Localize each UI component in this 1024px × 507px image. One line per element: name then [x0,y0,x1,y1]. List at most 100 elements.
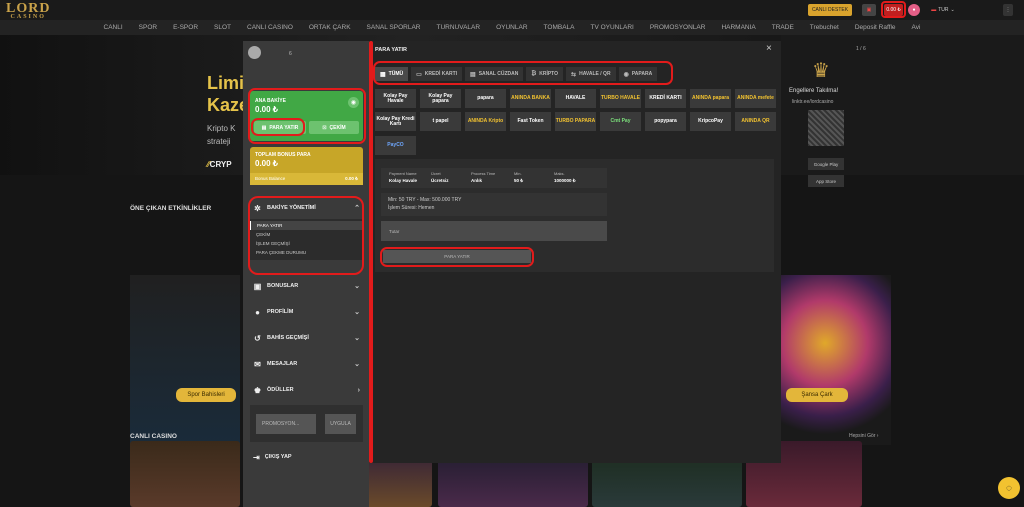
user-avatar-icon[interactable]: ● [908,4,920,16]
nav-item[interactable]: OYUNLAR [488,24,535,31]
limits-process-time: İşlem Süresi: Hemen [388,205,435,211]
payment-method-tile[interactable]: ANINDA Kripto [465,112,506,131]
user-icon: ● [255,307,260,317]
sports-bets-button[interactable]: Spor Bahisleri [176,388,236,402]
payment-tab[interactable]: ▭ KREDİ KARTI [411,67,463,81]
balance-submenu-item[interactable]: İŞLEM GEÇMİŞİ [250,239,363,248]
deposit-button[interactable]: ▤ PARA YATIR [254,121,306,134]
balance-management-toggle[interactable]: ✲ BAKİYE YÖNETİMİ ⌃ [250,197,363,219]
nav-item[interactable]: SANAL SPORLAR [359,24,429,31]
bonuses-menu[interactable]: ▣ BONUSLAR ⌄ [250,275,363,297]
payment-method-tile[interactable]: popypara [645,112,686,131]
nav-item[interactable]: Trebuchet [802,24,847,31]
payment-method-tile[interactable]: TURBO HAVALE [600,89,641,108]
nav-item[interactable]: CANLI [96,24,131,31]
payment-tab[interactable]: ▤ SANAL CÜZDAN [465,67,524,81]
payment-method-tile[interactable]: TURBO PAPARA [555,112,596,131]
balance-submenu-item[interactable]: PARA ÇEKME DURUMU [250,248,363,257]
payment-method-tile[interactable]: t papel [420,112,461,131]
hero-subtext-2: strateji [207,137,231,146]
payment-method-tile[interactable]: KREDİ KARTI [645,89,686,108]
profile-menu[interactable]: ● PROFİLİM ⌄ [250,301,363,323]
payment-method-tile[interactable]: Kolay Pay Havale [375,89,416,108]
flag-icon[interactable]: ▣ [862,4,876,16]
menu-dots-icon[interactable]: ⋮ [1003,4,1013,16]
info-header: Payment Name [389,171,417,176]
nav-item[interactable]: CANLI CASINO [239,24,301,31]
close-icon[interactable]: × [766,43,772,54]
info-header: Maks. [554,171,565,176]
bet-history-menu[interactable]: ↺ BAHİS GEÇMİŞİ ⌄ [250,327,363,349]
payment-method-tile[interactable]: ANINDA QR [735,112,776,131]
top-bar: LORD CASINO CANLI DESTEK ▣ 0.00 ₺ ● ▬ TUR ⌄… [0,0,1024,20]
rewards-menu[interactable]: ♚ ÖDÜLLER › [250,379,363,401]
nav-item[interactable]: TRADE [764,24,802,31]
chevron-down-icon: ⌄ [354,283,360,290]
wheel-button[interactable]: Şansa Çark [786,388,848,402]
deposit-panel-title: PARA YATIR [375,47,407,53]
payment-tab[interactable]: ₿ KRİPTO [526,67,564,81]
balance-submenu-item[interactable]: ÇEKİM [250,230,363,239]
google-play-button[interactable]: Google Play [808,158,844,170]
payment-tab[interactable]: ▦ TÜMÜ [375,67,409,81]
qr-code-icon [808,110,844,146]
payment-method-tile[interactable]: KripcoPay [690,112,731,131]
chat-icon[interactable]: ◌ [998,477,1020,499]
nav-item[interactable]: TURNUVALAR [429,24,489,31]
nav-item[interactable]: PROMOSYONLAR [642,24,714,31]
payment-tab[interactable]: ⇆ HAVALE / QR [566,67,616,81]
nav-item[interactable]: HARMANIA [713,24,763,31]
payment-method-tile[interactable]: PayCO [375,136,416,155]
game-thumbnail[interactable] [130,441,240,507]
grid-icon: ▦ [380,71,386,78]
nav-item[interactable]: TV OYUNLARI [582,24,641,31]
bonus-balance-value: 0.00 ₺ [345,176,358,181]
header-balance[interactable]: 0.00 ₺ [884,4,903,16]
nav-item[interactable]: SPOR [131,24,165,31]
mail-icon: ✉ [254,359,261,369]
info-value: Kolay Havale [389,178,418,183]
chevron-up-icon: ⌃ [354,205,360,212]
see-all-link[interactable]: Hepsini Gör › [849,433,878,439]
crypto-logo: ⁄⁄CRYP [207,160,232,169]
info-header: Process Time [471,171,496,176]
amount-input[interactable]: Tutar [381,221,607,241]
withdraw-button[interactable]: ⊡ ÇEKİM [309,121,359,134]
nav-item[interactable]: ORTAK ÇARK [301,24,359,31]
chevron-down-icon: ⌄ [354,361,360,368]
logout-button[interactable]: ⇥ ÇIKIŞ YAP [250,447,363,467]
bonus-balance-label: Bonus Balance [255,176,286,181]
balance-submenu-item[interactable]: PARA YATIR [250,221,363,230]
live-support-button[interactable]: CANLI DESTEK [808,4,852,16]
site-logo[interactable]: LORD CASINO [6,1,50,20]
deposit-submit-button[interactable]: PARA YATIR [383,250,531,263]
chevron-right-icon: › [357,386,360,394]
nav-item[interactable]: E-SPOR [165,24,206,31]
messages-menu[interactable]: ✉ MESAJLAR ⌄ [250,353,363,375]
nav-item[interactable]: TOMBALA [536,24,583,31]
payment-method-tile[interactable]: HAVALE [555,89,596,108]
payment-method-tile[interactable]: ANINDA mefete [735,89,776,108]
payment-method-tile[interactable]: Kolay Pay Kredi Kartı [375,112,416,131]
withdraw-icon: ⊡ [322,124,327,131]
language-select[interactable]: ▬ TUR ⌄ [928,4,958,16]
app-store-button[interactable]: App Store [808,175,844,187]
history-icon: ↺ [254,333,261,343]
eye-icon[interactable]: ◉ [348,97,359,108]
payment-method-tile[interactable]: Fast Token [510,112,551,131]
nav-item[interactable]: Avi [904,24,929,31]
trophy-icon: ♚ [253,385,262,395]
payment-tab[interactable]: ◉ PAPARA [618,67,658,81]
bitcoin-icon: ₿ [531,71,537,77]
crown-icon: ♛ [812,60,830,82]
payment-method-tile[interactable]: ANINDA papara [690,89,731,108]
limits-min-max: Min: 50 TRY - Max: 500.000 TRY [388,197,462,203]
nav-item[interactable]: Deposit Raffle [847,24,904,31]
promo-apply-button[interactable]: UYGULA [325,414,356,434]
promo-code-input[interactable]: PROMOSYON... [256,414,316,434]
payment-method-tile[interactable]: ANINDA BANKA [510,89,551,108]
payment-method-tile[interactable]: Kolay Pay papara [420,89,461,108]
payment-method-tile[interactable]: papara [465,89,506,108]
payment-method-tile[interactable]: Cmt Pay [600,112,641,131]
nav-item[interactable]: SLOT [206,24,239,31]
